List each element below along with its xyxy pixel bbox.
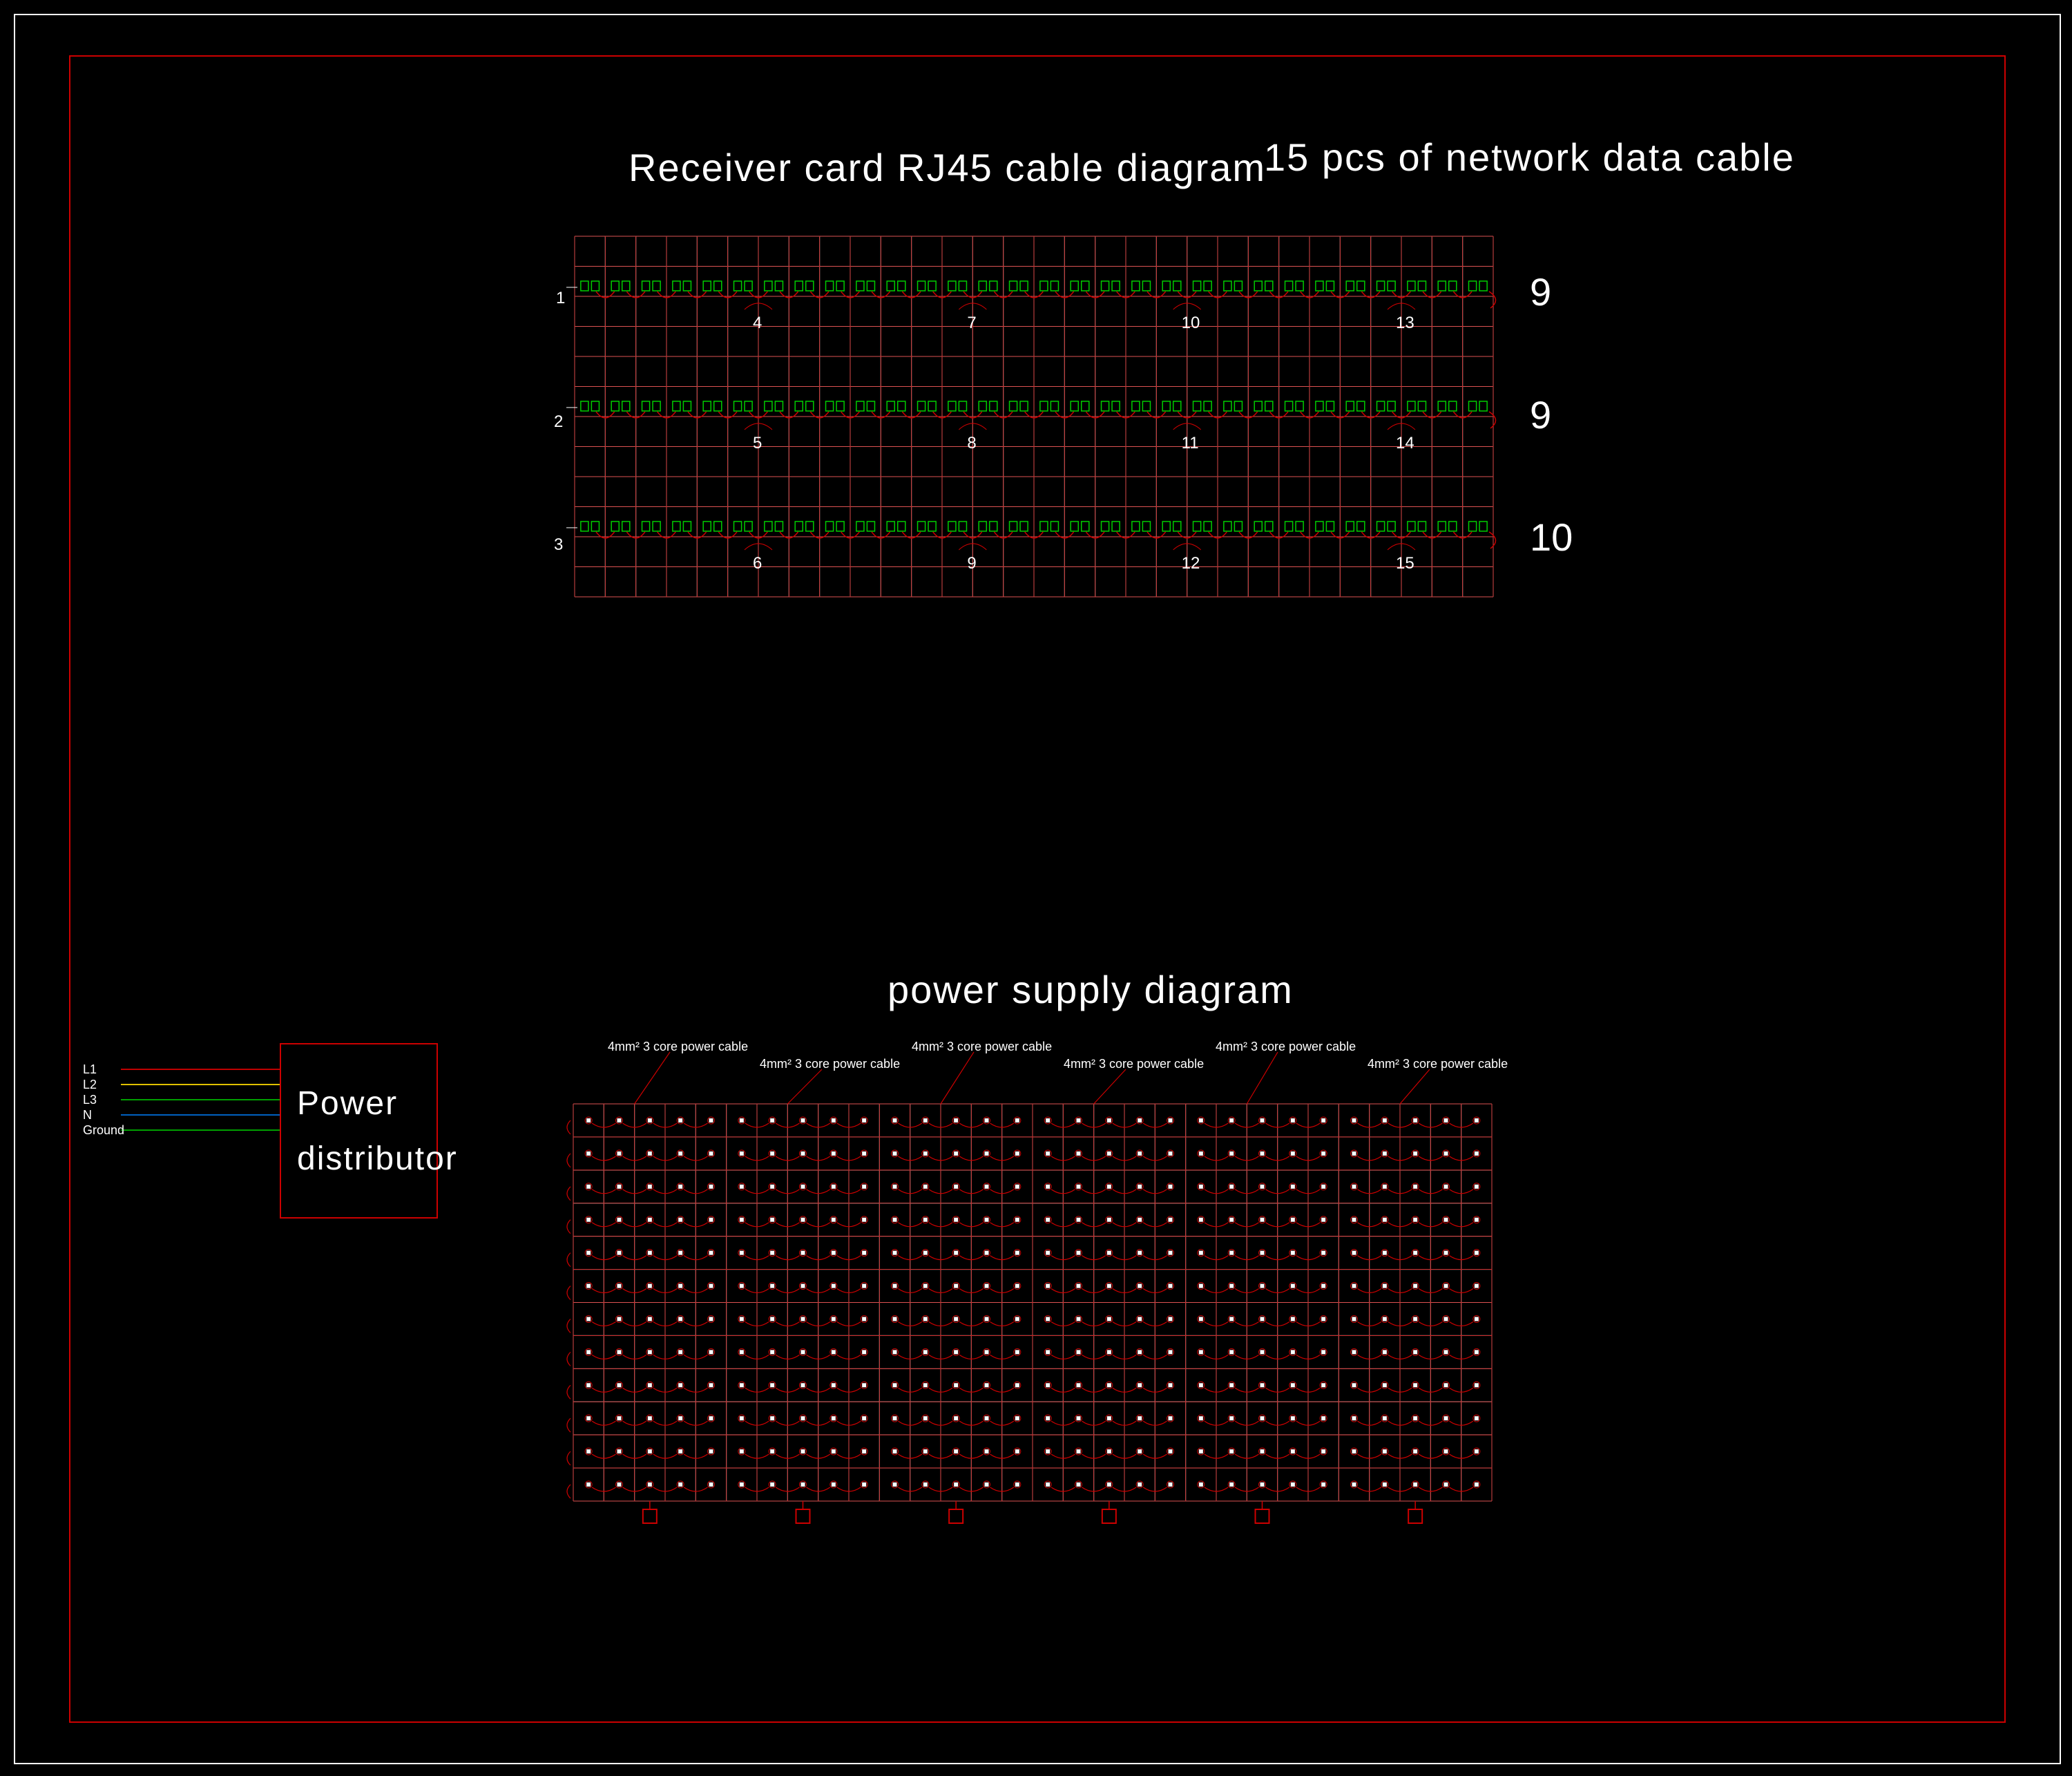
power-diagram	[0, 0, 2072, 1776]
cable-label: 4mm² 3 core power cable	[912, 1040, 1052, 1054]
cable-label: 4mm² 3 core power cable	[760, 1057, 900, 1071]
cable-label: 4mm² 3 core power cable	[1368, 1057, 1508, 1071]
cable-label: 4mm² 3 core power cable	[1064, 1057, 1204, 1071]
cable-label: 4mm² 3 core power cable	[1216, 1040, 1356, 1054]
cable-label: 4mm² 3 core power cable	[608, 1040, 748, 1054]
